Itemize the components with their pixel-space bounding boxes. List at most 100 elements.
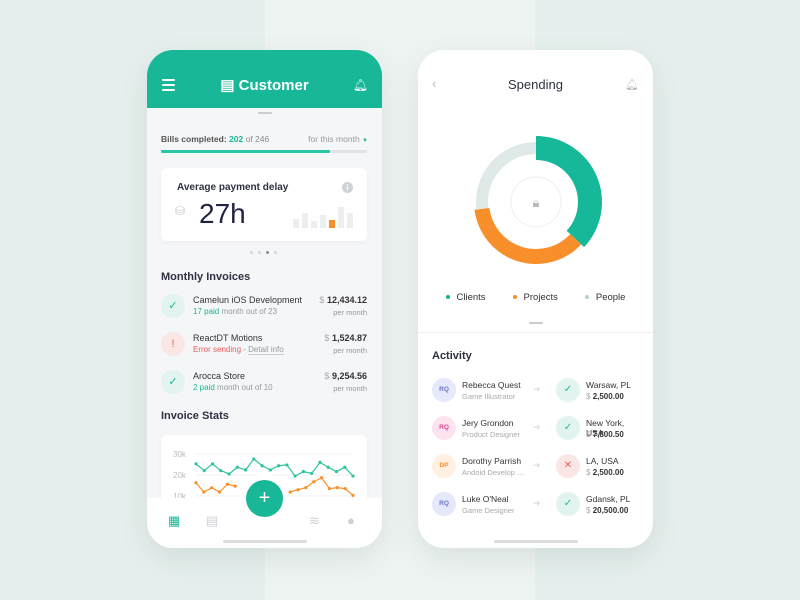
activity-row[interactable]: DP Dorothy Parrish Andoid Develop ... ➜ … (432, 454, 642, 484)
activity-row[interactable]: RQ Jery Grondon Product Designer ➜ ✓ New… (432, 416, 642, 446)
add-button[interactable]: + (246, 480, 283, 517)
person-name: Jery Grondon (462, 418, 514, 428)
mini-bar (338, 207, 344, 228)
legend: Clients Projects People (418, 292, 653, 303)
mini-bar (293, 219, 299, 228)
drag-handle[interactable] (529, 322, 543, 324)
archive-icon[interactable]: ▤ (206, 513, 218, 529)
series-line (195, 482, 236, 493)
carousel-dot[interactable] (274, 251, 277, 254)
bills-progress (161, 150, 367, 153)
card-title: Average payment delay (177, 182, 289, 193)
legend-dot-icon (584, 295, 589, 300)
person-name: Dorothy Parrish (462, 456, 522, 466)
divider (418, 332, 653, 333)
home-indicator (494, 540, 578, 543)
amount: $ 20,500.00 (586, 506, 629, 515)
avatar: RQ (432, 378, 456, 402)
legend-item[interactable]: Clients (445, 292, 486, 303)
location: LA, USA (586, 456, 619, 466)
per-label: per month (333, 346, 367, 355)
layers-icon[interactable]: ≋ (309, 513, 320, 529)
legend-item[interactable]: People (584, 292, 625, 303)
legend-dot-icon (445, 295, 450, 300)
carousel-dot[interactable] (250, 251, 253, 254)
invoice-amount: $ 12,434.12 (319, 295, 367, 305)
payment-delay-card[interactable]: Average payment delay i ⛁ 27h (161, 168, 367, 241)
check-icon: ✓ (556, 378, 580, 402)
spending-donut: 🔒︎ (474, 136, 602, 265)
activity-row[interactable]: RQ Luke O'Neal Game Designer ➜ ✓ Gdansk,… (432, 492, 642, 522)
avatar: RQ (432, 492, 456, 516)
arrow-right-icon: ➜ (533, 460, 541, 470)
check-icon: ✓ (556, 492, 580, 516)
amount: $ 7,800.50 (586, 430, 624, 439)
delay-value: 27h (199, 198, 246, 229)
bell-icon[interactable]: 🔔︎ (353, 78, 368, 92)
invoice-name: Arocca Store (193, 371, 246, 381)
location: Warsaw, PL (586, 380, 632, 390)
y-tick-label: 30k (173, 450, 187, 459)
mini-bar (347, 212, 353, 228)
avatar: DP (432, 454, 456, 478)
customer-screen: ▤ Customer 🔔︎ Bills completed: 202 of 24… (147, 50, 382, 548)
coins-icon: ⛁ (175, 204, 186, 218)
drag-handle[interactable] (258, 112, 272, 114)
per-label: per month (333, 384, 367, 393)
arrow-right-icon: ➜ (533, 422, 541, 432)
user-icon[interactable]: ● (347, 513, 355, 528)
receipt-icon: ▤ (220, 77, 239, 94)
detail-info-link[interactable]: Detail info (248, 345, 284, 355)
mini-bar (311, 221, 317, 228)
home-indicator (223, 540, 307, 543)
arrow-right-icon: ➜ (533, 498, 541, 508)
check-icon: ✓ (161, 370, 185, 394)
invoice-amount: $ 1,524.87 (324, 333, 367, 343)
section-title: Activity (432, 350, 472, 362)
avatar: RQ (432, 416, 456, 440)
y-tick-label: 20k (173, 471, 187, 480)
per-label: per month (333, 308, 367, 317)
person-role: Andoid Develop ... (462, 468, 524, 477)
legend-dot-icon (512, 295, 517, 300)
activity-row[interactable]: RQ Rebecca Quest Game Illustrator ➜ ✓ Wa… (432, 378, 642, 408)
header: ▤ Customer 🔔︎ (147, 50, 382, 108)
bottom-nav: ▦ ▤ + ≋ ● (147, 480, 382, 548)
series-line (290, 476, 354, 496)
check-icon: ✓ (161, 294, 185, 318)
section-title: Invoice Stats (161, 410, 229, 422)
amount: $ 2,500.00 (586, 392, 624, 401)
person-name: Rebecca Quest (462, 380, 521, 390)
carousel-dot[interactable] (266, 251, 269, 254)
spending-screen: ‹ Spending 🔔︎ 🔒︎ Clients Projects People A… (418, 50, 653, 548)
person-name: Luke O'Neal (462, 494, 509, 504)
legend-item[interactable]: Projects (512, 292, 558, 303)
mini-bar (302, 212, 308, 228)
lock-icon: 🔒︎ (533, 195, 540, 210)
arrow-right-icon: ➜ (533, 384, 541, 394)
mini-bar (320, 214, 326, 228)
invoice-amount: $ 9,254.56 (324, 371, 367, 381)
bills-completed: Bills completed: 202 of 246 (161, 134, 270, 144)
invoice-name: Camelun iOS Development (193, 295, 303, 305)
caret-icon: ▼ (362, 138, 368, 144)
check-icon: ✓ (556, 416, 580, 440)
carousel-dot[interactable] (258, 251, 261, 254)
series-line (195, 458, 354, 477)
location: Gdansk, PL (586, 494, 631, 504)
title-text: Customer (238, 77, 309, 94)
person-role: Product Designer (462, 430, 520, 439)
info-icon[interactable]: i (342, 182, 353, 193)
close-icon: ✕ (556, 454, 580, 478)
amount: $ 2,500.00 (586, 468, 624, 477)
mini-bar-chart (293, 207, 353, 228)
invoice-row[interactable]: ✓ Arocca Store 2 paid month out of 10 $ … (161, 370, 367, 400)
invoice-row[interactable]: ✓ Camelun iOS Development 17 paid month … (161, 294, 367, 324)
person-role: Game Illustrator (462, 392, 516, 401)
dashboard-icon[interactable]: ▦ (168, 513, 180, 529)
carousel-dots[interactable] (250, 251, 277, 254)
invoice-status: 2 paid month out of 10 (193, 383, 273, 392)
invoice-status: Error sending - Detail info (193, 345, 284, 355)
invoice-row[interactable]: ! ReactDT Motions Error sending - Detail… (161, 332, 367, 362)
period-dropdown[interactable]: for this month ▼ (308, 134, 368, 144)
